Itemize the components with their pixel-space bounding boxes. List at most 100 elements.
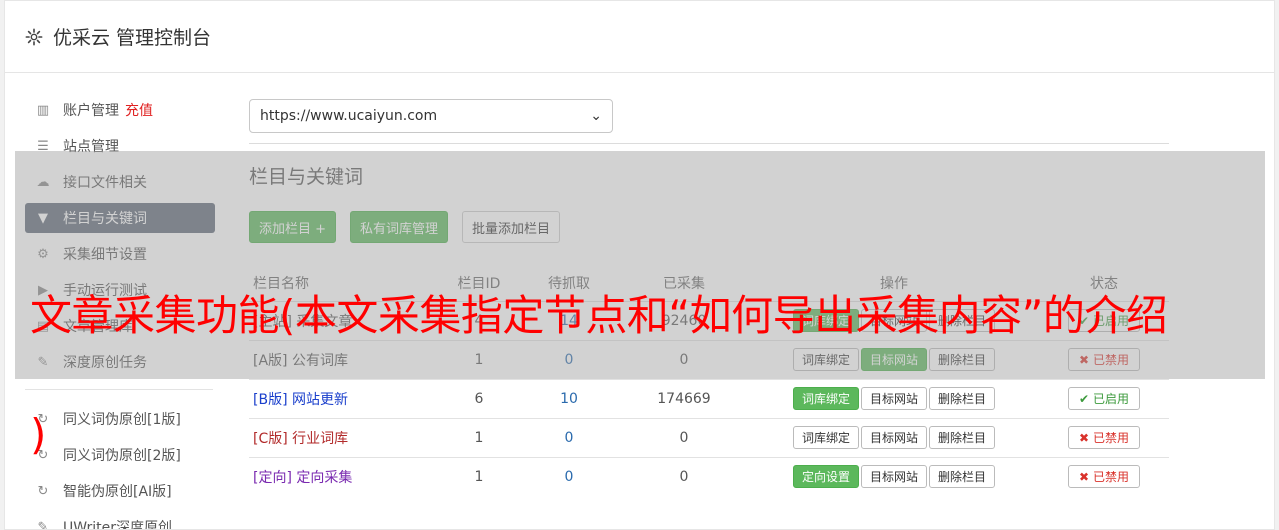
- sidebar-item-collect-settings[interactable]: ⚙ 采集细节设置: [25, 239, 215, 269]
- status-label: 已禁用: [1092, 470, 1129, 485]
- actions-cell: 词库绑定 目标网站 删除栏目: [749, 417, 1039, 457]
- sidebar-item-sites[interactable]: ☰ 站点管理: [25, 131, 215, 161]
- add-column-button[interactable]: 添加栏目 +: [249, 211, 337, 243]
- header: 优采云 管理控制台: [5, 1, 1274, 73]
- sidebar-item-label: 同义词伪原创[1版]: [63, 412, 181, 428]
- target-site-button[interactable]: 目标网站: [860, 465, 927, 489]
- status-toggle[interactable]: ✖ 已禁用: [1068, 348, 1140, 371]
- delete-column-button[interactable]: 删除栏目: [929, 387, 996, 410]
- collected-count: 0: [619, 456, 749, 496]
- bar-chart-icon: ▥: [36, 102, 50, 118]
- sidebar-divider: [25, 389, 213, 390]
- col-header-status: 状态: [1039, 265, 1169, 302]
- status-toggle[interactable]: ✖ 已禁用: [1068, 465, 1140, 489]
- status-toggle[interactable]: ✔ 已启用: [1068, 309, 1140, 332]
- column-tag: [A版]: [253, 352, 288, 369]
- delete-column-button[interactable]: 删除栏目: [929, 426, 996, 449]
- check-icon: ✔: [1079, 313, 1090, 328]
- sidebar-item-uwriter[interactable]: ✎ UWriter深度原创: [25, 512, 215, 530]
- status-cell: ✖ 已禁用: [1039, 339, 1169, 379]
- column-name-cell: [C版] 行业词库: [249, 417, 439, 457]
- check-icon: ✔: [1079, 391, 1090, 406]
- status-label: 已启用: [1092, 314, 1129, 328]
- sidebar-item-ai-rewrite[interactable]: ↻ 智能伪原创[AI版]: [25, 476, 215, 506]
- status-cell: ✖ 已禁用: [1039, 417, 1169, 457]
- main-content: https://www.ucaiyun.com ⌄ 栏目与关键词 添加栏目 + …: [249, 99, 1169, 496]
- lexicon-bind-button[interactable]: 词库绑定: [792, 348, 859, 371]
- sidebar-item-label: 同义词伪原创[2版]: [63, 448, 181, 464]
- collected-count: 0: [619, 339, 749, 379]
- column-name[interactable]: 网站更新: [292, 392, 348, 408]
- column-name-cell: [B版] 网站更新: [249, 378, 439, 418]
- sidebar-item-deep-original[interactable]: ✎ 深度原创任务: [25, 347, 215, 377]
- table-row: [主站] 采集文章 4 14 92460 词库绑定 目标网站 删除栏目 ✔ 已启用: [249, 300, 1169, 340]
- sidebar-item-account[interactable]: ▥ 账户管理 充值: [25, 95, 215, 125]
- col-header-collected: 已采集: [619, 265, 749, 302]
- overlay-paren: ): [30, 410, 47, 459]
- recharge-link[interactable]: 充值: [125, 100, 153, 120]
- delete-column-button[interactable]: 删除栏目: [929, 465, 996, 489]
- sidebar-item-api-files[interactable]: ☁ 接口文件相关: [25, 167, 215, 197]
- table-row: [A版] 公有词库 1 0 0 词库绑定 目标网站 删除栏目 ✖ 已禁用: [249, 339, 1169, 379]
- sidebar-item-synonym-v2[interactable]: ↻ 同义词伪原创[2版]: [25, 440, 215, 470]
- target-site-button[interactable]: 目标网站: [860, 348, 927, 371]
- sidebar-item-label: 手动运行测试: [63, 283, 147, 299]
- status-cell: ✔ 已启用: [1039, 378, 1169, 418]
- sidebar-item-label: 深度原创任务: [63, 355, 147, 371]
- column-name[interactable]: 采集文章: [296, 314, 352, 330]
- column-tag: [定向]: [253, 469, 292, 486]
- site-select-value: https://www.ucaiyun.com: [260, 108, 438, 124]
- sidebar-item-columns-keywords[interactable]: ▼ 栏目与关键词: [25, 203, 215, 233]
- divider: [249, 143, 1169, 144]
- directed-settings-button[interactable]: 定向设置: [792, 465, 859, 489]
- status-cell: ✔ 已启用: [1039, 300, 1169, 340]
- button-bar: 添加栏目 + 私有词库管理 批量添加栏目: [249, 211, 1169, 243]
- target-site-button[interactable]: 目标网站: [860, 387, 927, 410]
- actions-cell: 词库绑定 目标网站 删除栏目: [749, 378, 1039, 418]
- status-cell: ✖ 已禁用: [1039, 456, 1169, 496]
- pending-count[interactable]: 14: [519, 300, 619, 340]
- table-header-row: 栏目名称 栏目ID 待抓取 已采集 操作 状态: [249, 265, 1169, 302]
- batch-add-column-button[interactable]: 批量添加栏目: [462, 211, 561, 243]
- site-select[interactable]: https://www.ucaiyun.com ⌄: [249, 99, 613, 133]
- play-icon: ▶: [38, 282, 48, 298]
- table-row: [定向] 定向采集 1 0 0 定向设置 目标网站 删除栏目 ✖ 已禁用: [249, 456, 1169, 496]
- col-header-id: 栏目ID: [439, 265, 519, 302]
- status-toggle[interactable]: ✔ 已启用: [1068, 387, 1140, 410]
- target-site-button[interactable]: 目标网站: [860, 426, 927, 449]
- col-header-pending: 待抓取: [519, 265, 619, 302]
- pending-count[interactable]: 0: [519, 417, 619, 457]
- column-name[interactable]: 公有词库: [292, 353, 348, 369]
- column-tag: [主站]: [253, 313, 292, 330]
- lexicon-bind-button[interactable]: 词库绑定: [792, 387, 859, 410]
- pending-count[interactable]: 10: [519, 378, 619, 418]
- status-toggle[interactable]: ✖ 已禁用: [1068, 426, 1140, 449]
- col-header-name: 栏目名称: [249, 265, 439, 302]
- col-header-actions: 操作: [749, 265, 1039, 302]
- pending-count[interactable]: 0: [519, 339, 619, 379]
- pending-count[interactable]: 0: [519, 456, 619, 496]
- column-id: 4: [439, 300, 519, 340]
- column-name[interactable]: 行业词库: [292, 431, 348, 447]
- refresh-icon: ↻: [37, 483, 49, 499]
- sidebar-item-article-library[interactable]: ▤ 文章管理库: [25, 311, 215, 341]
- lexicon-bind-button[interactable]: 词库绑定: [792, 426, 859, 449]
- sidebar-item-label: 文章管理库: [63, 319, 133, 335]
- target-site-button[interactable]: 目标网站: [860, 309, 927, 332]
- delete-column-button[interactable]: 删除栏目: [929, 348, 996, 371]
- collected-count: 92460: [619, 300, 749, 340]
- delete-column-button[interactable]: 删除栏目: [929, 309, 996, 332]
- sidebar-item-synonym-v1[interactable]: ↻ 同义词伪原创[1版]: [25, 404, 215, 434]
- column-name[interactable]: 定向采集: [296, 470, 352, 486]
- section-title: 栏目与关键词: [249, 166, 364, 188]
- gear-icon: [25, 28, 43, 45]
- lexicon-bind-button[interactable]: 词库绑定: [792, 309, 859, 332]
- close-icon: ✖: [1079, 352, 1090, 367]
- column-tag: [B版]: [253, 391, 288, 408]
- sidebar-item-label: 账户管理: [63, 103, 119, 119]
- private-lexicon-button[interactable]: 私有词库管理: [350, 211, 449, 243]
- sidebar-item-manual-test[interactable]: ▶ 手动运行测试: [25, 275, 215, 305]
- sidebar-item-label: 智能伪原创[AI版]: [63, 484, 172, 500]
- sidebar-item-label: UWriter深度原创: [63, 520, 172, 530]
- cloud-upload-icon: ☁: [36, 174, 50, 190]
